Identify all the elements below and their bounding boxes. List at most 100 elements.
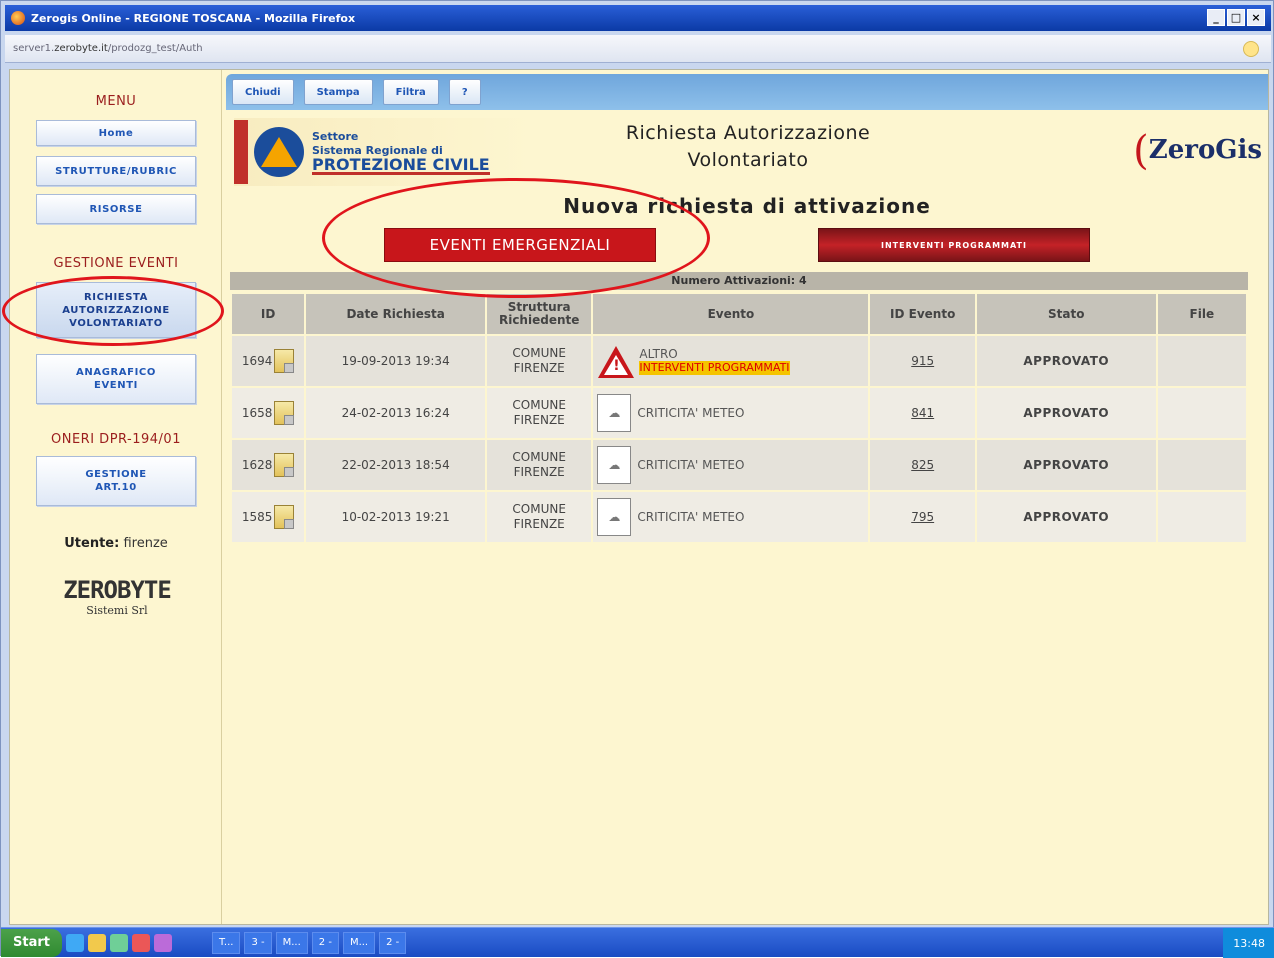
quicklaunch-app-icon[interactable]: [131, 933, 150, 952]
menu-title: MENU: [95, 94, 137, 109]
row-status-cell: APPROVATO: [976, 336, 1156, 386]
close-page-button[interactable]: Chiudi: [232, 79, 294, 105]
document-icon[interactable]: [274, 349, 295, 373]
row-id-cell: 1585: [232, 492, 305, 542]
row-id-cell: 1658: [232, 388, 305, 438]
row-file-cell: [1157, 440, 1246, 490]
row-evento-cell: ☁ CRITICITA' METEO: [593, 388, 869, 438]
event-type-tag: INTERVENTI PROGRAMMATI: [639, 361, 790, 375]
zerogis-logo: (ZeroGis: [1133, 128, 1262, 174]
row-status-cell: APPROVATO: [976, 440, 1156, 490]
row-status-cell: APPROVATO: [976, 492, 1156, 542]
page-title: Richiesta Autorizzazione Volontariato: [625, 122, 871, 171]
document-icon[interactable]: [274, 505, 295, 529]
event-id-link[interactable]: 915: [911, 354, 934, 368]
column-header-id[interactable]: ID: [232, 294, 305, 334]
warning-icon: !: [597, 342, 635, 380]
column-header-id-evento[interactable]: ID Evento: [870, 294, 975, 334]
annotation-ellipse-emergency: [322, 178, 710, 298]
sidebar: MENU Home STRUTTURE/RUBRIC RISORSE GESTI…: [10, 70, 222, 924]
row-evento-cell: ☁ CRITICITA' METEO: [593, 492, 869, 542]
taskbar-item[interactable]: T...: [211, 931, 241, 954]
quicklaunch-app-icon[interactable]: [109, 933, 128, 952]
page-content: MENU Home STRUTTURE/RUBRIC RISORSE GESTI…: [2, 69, 1269, 925]
row-evento-cell: ☁ CRITICITA' METEO: [593, 440, 869, 490]
row-evento-cell: ! ALTRO INTERVENTI PROGRAMMATI: [593, 336, 869, 386]
main-panel: Chiudi Stampa Filtra ? Settore Sistema R…: [226, 70, 1268, 924]
column-header-file[interactable]: File: [1157, 294, 1246, 334]
row-id-cell: 1694: [232, 336, 305, 386]
table-row[interactable]: 1658 24-02-2013 16:24 COMUNE FIRENZE ☁ CR…: [232, 388, 1246, 438]
bookmark-star-icon[interactable]: [1243, 41, 1259, 57]
programmed-interventions-button[interactable]: INTERVENTI PROGRAMMATI: [818, 228, 1090, 262]
table-row[interactable]: 1628 22-02-2013 18:54 COMUNE FIRENZE ☁ CR…: [232, 440, 1246, 490]
taskbar-item[interactable]: M...: [275, 931, 308, 954]
title-bar: Zerogis Online - REGIONE TOSCANA - Mozil…: [5, 5, 1271, 31]
row-file-cell: [1157, 336, 1246, 386]
row-date-cell: 22-02-2013 18:54: [306, 440, 485, 490]
start-button[interactable]: Start: [1, 928, 62, 957]
event-id-link[interactable]: 795: [911, 510, 934, 524]
system-clock: 13:48: [1223, 928, 1274, 958]
help-button[interactable]: ?: [448, 79, 481, 105]
column-header-date[interactable]: Date Richiesta: [306, 294, 485, 334]
taskbar-item[interactable]: 2 -: [311, 931, 339, 954]
row-struttura-cell: COMUNE FIRENZE: [486, 440, 592, 490]
oneri-section-title: ONERI DPR-194/01: [51, 432, 181, 447]
row-id-evento-cell: 795: [870, 492, 975, 542]
zerobyte-logo: ZEROBYTE Sistemi Srl: [63, 576, 172, 617]
row-date-cell: 19-09-2013 19:34: [306, 336, 485, 386]
taskbar: Start T... 3 - M... 2 - M... 2 - 13:48: [1, 927, 1274, 958]
event-id-link[interactable]: 841: [911, 406, 934, 420]
table-row[interactable]: 1694 19-09-2013 19:34 COMUNE FIRENZE ! AL…: [232, 336, 1246, 386]
address-bar[interactable]: server1.zerobyte.it/prodozg_test/Auth: [5, 35, 1271, 63]
row-file-cell: [1157, 492, 1246, 542]
column-header-struttura[interactable]: Struttura Richiedente: [486, 294, 592, 334]
row-id-evento-cell: 915: [870, 336, 975, 386]
column-header-evento[interactable]: Evento: [593, 294, 869, 334]
row-struttura-cell: COMUNE FIRENZE: [486, 492, 592, 542]
row-struttura-cell: COMUNE FIRENZE: [486, 336, 592, 386]
table-row[interactable]: 1585 10-02-2013 19:21 COMUNE FIRENZE ☁ CR…: [232, 492, 1246, 542]
events-section-title: GESTIONE EVENTI: [53, 256, 179, 271]
browser-window: Zerogis Online - REGIONE TOSCANA - Mozil…: [0, 0, 1274, 958]
quicklaunch-folder-icon[interactable]: [87, 933, 106, 952]
column-header-stato[interactable]: Stato: [976, 294, 1156, 334]
window-title: Zerogis Online - REGIONE TOSCANA - Mozil…: [31, 11, 356, 25]
quicklaunch-app-icon[interactable]: [153, 933, 172, 952]
row-file-cell: [1157, 388, 1246, 438]
protezione-civile-logo: Settore Sistema Regionale di PROTEZIONE …: [234, 118, 534, 186]
print-button[interactable]: Stampa: [303, 79, 373, 105]
maximize-button[interactable]: □: [1227, 9, 1245, 26]
row-id-cell: 1628: [232, 440, 305, 490]
filter-button[interactable]: Filtra: [382, 79, 439, 105]
quicklaunch-ie-icon[interactable]: [65, 933, 84, 952]
sidebar-item-home[interactable]: Home: [36, 120, 196, 146]
taskbar-item[interactable]: 3 -: [244, 931, 272, 954]
document-icon[interactable]: [274, 401, 295, 425]
sidebar-item-anagrafico-eventi[interactable]: ANAGRAFICO EVENTI: [36, 354, 196, 404]
url-text: server1.zerobyte.it/prodozg_test/Auth: [13, 43, 203, 54]
firefox-icon: [11, 11, 25, 25]
civil-protection-icon: [254, 127, 304, 177]
page-header: Settore Sistema Regionale di PROTEZIONE …: [228, 116, 1268, 190]
table-header-row: ID Date Richiesta Struttura Richiedente …: [232, 294, 1246, 334]
sidebar-item-gestione-art10[interactable]: GESTIONE ART.10: [36, 456, 196, 506]
taskbar-item-firefox[interactable]: 2 -: [379, 931, 407, 954]
region-stripe: [234, 120, 248, 184]
activations-table: ID Date Richiesta Struttura Richiedente …: [230, 292, 1248, 544]
weather-icon: ☁: [597, 498, 632, 536]
toolbar: Chiudi Stampa Filtra ?: [226, 74, 1268, 110]
annotation-ellipse-sidebar: [2, 276, 224, 346]
event-id-link[interactable]: 825: [911, 458, 934, 472]
window-controls: _ □ ×: [1207, 9, 1265, 26]
sidebar-item-strutture[interactable]: STRUTTURE/RUBRIC: [36, 156, 196, 186]
sidebar-item-risorse[interactable]: RISORSE: [36, 194, 196, 224]
current-user: Utente: firenze: [64, 536, 168, 551]
row-date-cell: 24-02-2013 16:24: [306, 388, 485, 438]
minimize-button[interactable]: _: [1207, 9, 1225, 26]
document-icon[interactable]: [274, 453, 295, 477]
close-button[interactable]: ×: [1247, 9, 1265, 26]
row-id-evento-cell: 841: [870, 388, 975, 438]
taskbar-item[interactable]: M...: [342, 931, 376, 954]
